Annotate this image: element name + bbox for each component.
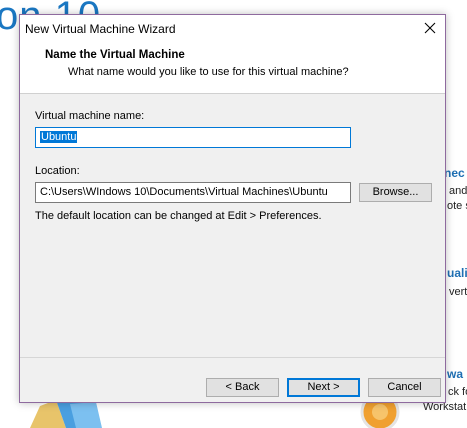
background-fragment: vert [449,286,467,298]
background-fragment: uali [447,266,467,280]
location-input[interactable]: C:\Users\WIndows 10\Documents\Virtual Ma… [35,182,351,203]
wizard-header: Name the Virtual Machine What name would… [20,42,445,94]
next-button[interactable]: Next > [287,378,360,397]
page-subtitle: What name would you like to use for this… [68,66,349,78]
location-label: Location: [35,165,80,177]
window-title: New Virtual Machine Wizard [25,22,176,36]
close-icon [424,22,436,34]
browse-button[interactable]: Browse... [359,183,432,202]
background-fragment: ote s [447,200,467,212]
new-vm-wizard-dialog: New Virtual Machine Wizard Name the Virt… [19,14,446,403]
location-value: C:\Users\WIndows 10\Documents\Virtual Ma… [40,186,328,198]
page-title: Name the Virtual Machine [45,49,185,61]
vm-name-input[interactable]: Ubuntu [35,127,351,148]
footer-divider [20,357,445,358]
background-fragment: nec [444,166,465,180]
location-hint: The default location can be changed at E… [35,210,322,222]
back-button[interactable]: < Back [206,378,279,397]
cancel-button[interactable]: Cancel [368,378,441,397]
vm-name-value: Ubuntu [40,131,78,143]
background-fragment: and [449,185,467,197]
title-bar[interactable]: New Virtual Machine Wizard [20,15,445,42]
background-fragment: wa [447,367,464,381]
close-button[interactable] [415,15,445,42]
background-fragment: ck fo [448,386,467,398]
vm-name-label: Virtual machine name: [35,110,145,122]
